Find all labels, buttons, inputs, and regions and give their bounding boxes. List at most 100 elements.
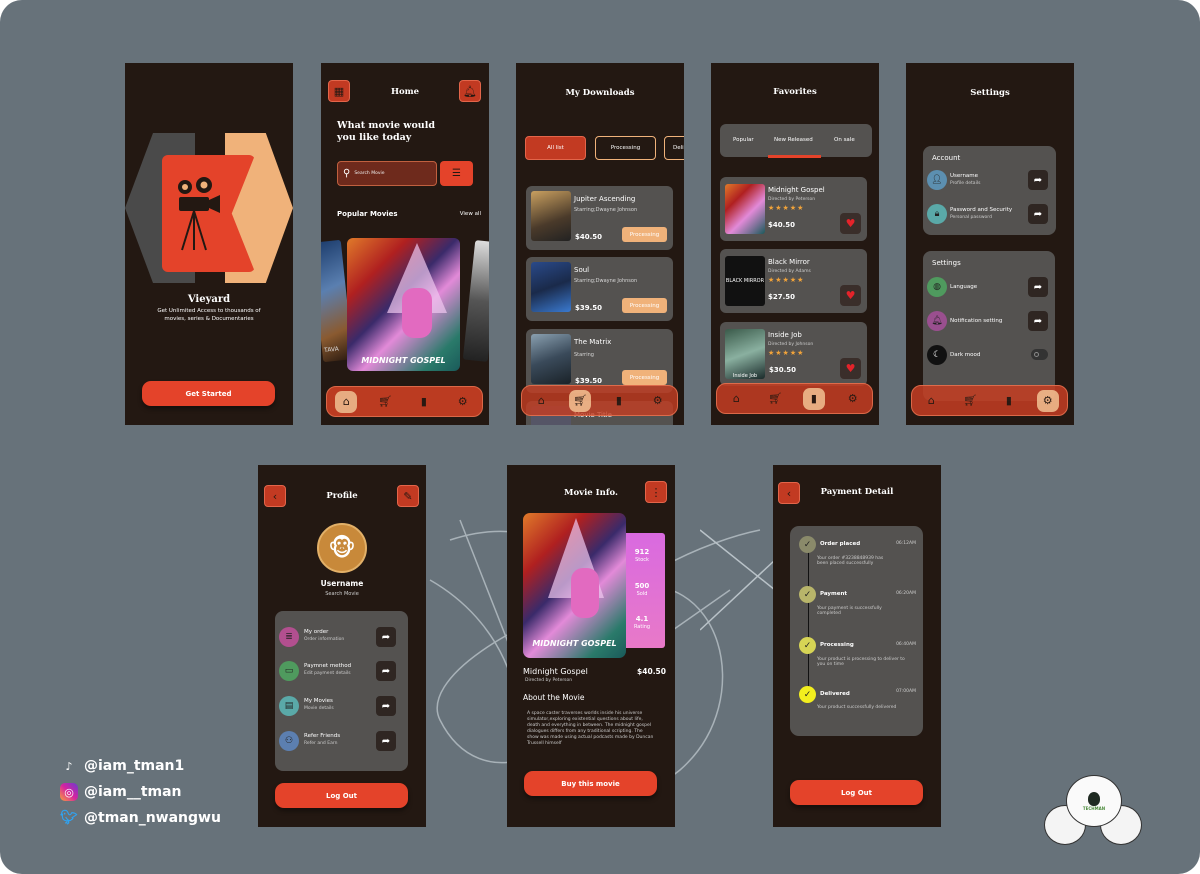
list-icon: ≣ [279,627,299,647]
bottom-nav: ⌂ 🛒︎ ▮ ⚙ [521,385,678,416]
avatar[interactable]: 🐵︎ [317,523,367,573]
favorites-tabs: Popular New Released On sale [720,124,872,158]
setting-label[interactable]: Notification setting [950,318,1002,324]
decorative-scribble-right [700,529,776,631]
movie-description: A space caster traverses worlds inside h… [527,711,654,747]
forward-arrow-icon[interactable]: ➦ [376,696,396,716]
menu-item-my-order[interactable]: ≣ My order Order information ➦ [275,626,408,648]
item-title: Black Mirror [768,258,810,266]
gear-icon[interactable]: ⚙ [842,388,864,410]
alien-icon [1088,791,1100,806]
setting-label[interactable]: Language [950,284,977,290]
tab-popular[interactable]: Popular [733,137,754,143]
section-header: Account [932,154,961,162]
item-price: $30.50 [769,366,797,374]
home-icon[interactable]: ⌂ [725,388,747,410]
setting-sub: Personal password [950,215,992,220]
item-title: Jupiter Ascending [574,195,636,203]
tab-all-list[interactable]: All list [525,136,586,160]
bell-icon[interactable]: 🔔︎ [459,80,481,102]
cart-icon[interactable]: 🛒︎ [374,391,396,413]
cart-icon[interactable]: 🛒︎ [569,389,592,412]
search-placeholder: Search Movie [354,171,385,176]
filter-icon[interactable]: ☰ [440,161,473,186]
gear-icon[interactable]: ⚙ [452,391,474,413]
setting-label: Username [950,173,979,179]
item-subtitle: Directed by Adams [768,269,811,274]
heart-icon[interactable]: ♥ [840,213,861,234]
favorite-item[interactable]: BLACK MIRROR Black Mirror Directed by Ad… [720,249,867,313]
favorites-screen: Favorites Popular New Released On sale M… [711,63,879,425]
username: Username [320,579,364,588]
poster-midnight-gospel[interactable]: MIDNIGHT GOSPEL [347,238,460,371]
bookmark-icon[interactable]: ▮ [802,387,825,410]
movie-price: $40.50 [637,667,666,676]
status-badge[interactable]: Processing [622,227,667,242]
home-heading: What movie would you like today [337,120,435,144]
download-item[interactable]: Jupiter Ascending Starring;Dwayne Johnso… [526,186,673,250]
bookmark-icon[interactable]: ▮ [998,390,1020,412]
download-item[interactable]: Soul Starring;Dwayne Johnson $39.50 Proc… [526,257,673,321]
favorite-item[interactable]: Midnight Gospel Directed by Peterson ★★★… [720,177,867,241]
view-all-link[interactable]: View all [460,211,481,217]
rating-stars: ★★★★★ [768,349,805,357]
gear-icon[interactable]: ⚙ [647,390,669,412]
item-subtitle: Starring;Dwayne Johnson [574,278,638,284]
edit-pencil-icon[interactable]: ✎ [397,485,419,507]
item-subtitle: Starring [574,352,594,358]
setting-label: Dark mood [950,352,981,358]
status-badge[interactable]: Processing [622,298,667,313]
home-icon[interactable]: ⌂ [530,390,552,412]
search-input[interactable]: ⚲ Search Movie [337,161,437,186]
logout-button[interactable]: Log Out [790,780,923,805]
movie-director: Directed by Peterson [525,678,573,683]
download-item[interactable]: The Matrix Starring $39.50 Processing [526,329,673,393]
gear-icon[interactable]: ⚙ [1036,389,1059,412]
favorite-item[interactable]: Inside Job Inside Job Directed by Johnso… [720,322,867,386]
more-options-icon[interactable]: ⋮ [645,481,667,503]
item-subtitle: Starring;Dwayne Johnson [574,207,638,213]
bottom-nav: ⌂ 🛒︎ ▮ ⚙ [911,385,1068,416]
poster-right[interactable] [462,240,489,362]
item-price: $39.50 [575,304,603,312]
menu-item-payment-method[interactable]: ▭ Paymnet method Edit payment details ➦ [275,660,408,682]
menu-item-refer-friends[interactable]: ⚇ Refer Friends Refer and Earn ➦ [275,730,408,752]
get-started-button[interactable]: Get Started [142,381,275,406]
item-title: The Matrix [574,338,612,346]
setting-label: Password and Security [950,207,1013,213]
forward-arrow-icon[interactable]: ➦ [1028,170,1048,190]
buy-movie-button[interactable]: Buy this movie [524,771,657,796]
bookmark-icon[interactable]: ▮ [608,390,630,412]
forward-arrow-icon[interactable]: ➦ [376,661,396,681]
cart-icon[interactable]: 🛒︎ [959,390,981,412]
section-header: Settings [932,259,961,267]
home-screen: ▦ Home 🔔︎ What movie would you like toda… [321,63,489,425]
forward-arrow-icon[interactable]: ➦ [376,627,396,647]
tab-on-sale[interactable]: On sale [834,137,855,143]
status-badge[interactable]: Processing [622,370,667,385]
tagline: Get Unlimited Access to thousands of mov… [157,308,261,322]
social-twitter[interactable]: 🐦︎ @tman_nwangwu [60,809,221,827]
forward-arrow-icon[interactable]: ➦ [1028,277,1048,297]
tab-delivered[interactable]: Deli [664,136,684,160]
heart-icon[interactable]: ♥ [840,358,861,379]
social-instagram[interactable]: ◎ @iam__tman [60,783,182,801]
account-card: Account 👤︎ Username Profile details ➦ 🔒︎… [923,146,1056,235]
forward-arrow-icon[interactable]: ➦ [1028,204,1048,224]
home-icon[interactable]: ⌂ [920,390,942,412]
heart-icon[interactable]: ♥ [840,285,861,306]
logout-button[interactable]: Log Out [275,783,408,808]
home-icon[interactable]: ⌂ [335,390,358,413]
bookmark-icon[interactable]: ▮ [413,391,435,413]
forward-arrow-icon[interactable]: ➦ [376,731,396,751]
check-icon: ✓ [799,586,816,603]
dark-mode-toggle[interactable] [1031,349,1048,360]
forward-arrow-icon[interactable]: ➦ [1028,311,1048,331]
tab-processing[interactable]: Processing [595,136,656,160]
tab-new-released[interactable]: New Released [774,137,813,143]
app-name: Vieyard [187,294,231,305]
bottom-nav: ⌂ 🛒︎ ▮ ⚙ [716,383,873,414]
cart-icon[interactable]: 🛒︎ [764,388,786,410]
social-tiktok[interactable]: ♪ @iam_tman1 [60,757,184,775]
menu-item-my-movies[interactable]: ▤ My Movies Movie details ➦ [275,695,408,717]
